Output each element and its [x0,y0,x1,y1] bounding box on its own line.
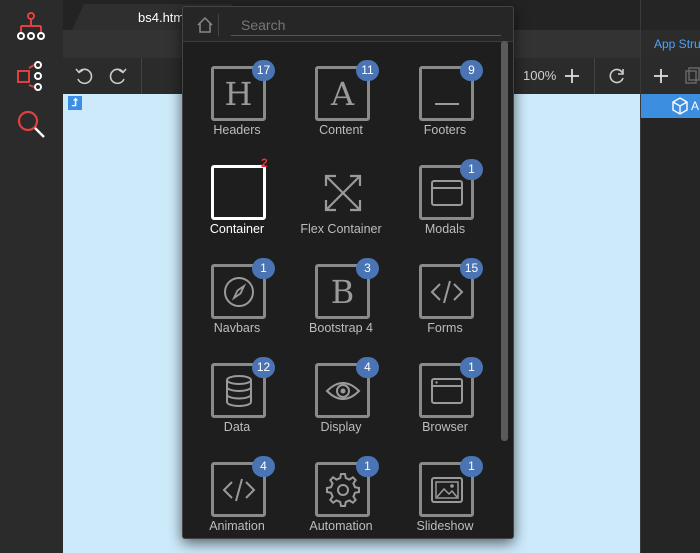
category-modals[interactable]: 1 Modals [393,152,497,248]
category-label: Content [319,123,363,137]
zoom-level: 100% [523,68,557,83]
category-label: Flex Container [300,222,382,236]
category-automation[interactable]: 1 Automation [289,449,393,538]
category-bootstrap-4[interactable]: B 3 Bootstrap 4 [289,251,393,347]
count-badge: 1 [460,456,483,477]
swap-components-icon [17,61,42,91]
category-display[interactable]: 4 Display [289,350,393,446]
home-icon [197,16,213,33]
tree-icon [17,12,45,40]
container-square-icon [211,165,266,220]
structure-toolbar [641,58,700,94]
search-rail-button[interactable] [11,106,51,142]
category-slideshow[interactable]: 1 Slideshow [393,449,497,538]
add-icon[interactable] [652,67,670,85]
count-badge: 15 [460,258,483,279]
count-badge: 4 [356,357,379,378]
category-navbars[interactable]: 1 Navbars [185,251,289,347]
search-icon [17,110,45,138]
structure-row-selected[interactable]: A [641,94,700,118]
parent-select-marker[interactable]: ⮥ [68,96,82,110]
toolbar-divider [594,58,595,94]
zoom-in-button[interactable] [560,64,584,88]
count-badge: 3 [356,258,379,279]
category-label: Navbars [213,321,261,335]
count-badge: 1 [356,456,379,477]
right-panel: App Structure A [640,0,700,553]
category-label: Container [209,222,265,236]
category-label: Footers [423,123,467,137]
category-animation[interactable]: 4 Animation [185,449,289,538]
undo-button[interactable] [72,64,96,88]
category-content[interactable]: A 11 Content [289,53,393,149]
category-footers[interactable]: 9 Footers [393,53,497,149]
count-badge: 1 [460,357,483,378]
copy-icon[interactable] [685,67,700,85]
category-label: Bootstrap 4 [309,321,373,335]
structure-tree-button[interactable] [11,8,51,44]
redo-icon [109,68,127,85]
category-label: Forms [427,321,463,335]
refresh-icon [609,68,624,84]
insert-component-popup: H 17 Headers A 11 Content 9 Footers 2 Co… [182,6,514,539]
count-badge: 12 [252,357,275,378]
redo-button[interactable] [106,64,130,88]
count-badge: 1 [460,159,483,180]
category-flex-container[interactable]: Flex Container [289,152,393,248]
count-badge: 11 [356,60,379,81]
count-badge: 4 [252,456,275,477]
category-data[interactable]: 12 Data [185,350,289,446]
category-label: Display [320,420,362,434]
category-label: Data [223,420,251,434]
category-forms[interactable]: 15 Forms [393,251,497,347]
app-structure-title: App Structure [654,37,700,51]
home-button[interactable] [192,14,219,36]
category-label: Browser [422,420,468,434]
app-structure-header: App Structure [641,30,700,58]
category-label: Animation [209,519,265,533]
count-badge: 17 [252,60,275,81]
cube-icon [672,97,688,115]
expand-arrows-icon [315,165,370,220]
popup-header [183,7,513,42]
document-tab-label: bs4.html [138,10,188,25]
category-label: Modals [424,222,466,236]
search-input[interactable] [231,15,501,36]
count-badge: 1 [252,258,275,279]
category-label: Slideshow [416,519,474,533]
count-badge-alert: 2 [261,156,268,170]
popup-scrollbar[interactable] [501,41,508,441]
toolbar-divider [141,58,142,94]
category-headers[interactable]: H 17 Headers [185,53,289,149]
structure-row-label: A [691,99,700,113]
plus-icon [565,69,579,83]
category-label: Headers [213,123,261,137]
components-button[interactable] [11,57,51,93]
category-container[interactable]: 2 Container [185,152,289,248]
left-rail [0,0,63,553]
refresh-button[interactable] [605,64,629,88]
category-label: Automation [309,519,373,533]
count-badge: 9 [460,60,483,81]
undo-icon [75,68,93,85]
category-browser[interactable]: 1 Browser [393,350,497,446]
